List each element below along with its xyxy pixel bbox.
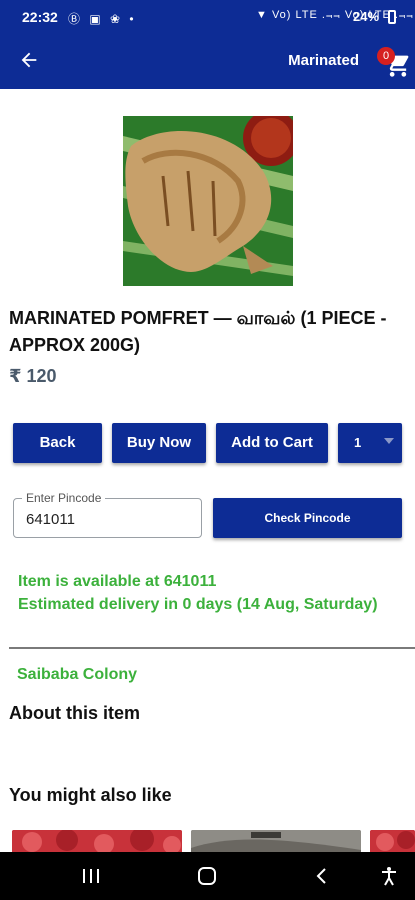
quantity-select[interactable]: 1 bbox=[338, 423, 402, 463]
availability-message: Item is available at 641011 Estimated de… bbox=[18, 570, 378, 616]
system-nav-bar bbox=[0, 852, 415, 900]
system-back-icon[interactable] bbox=[314, 867, 330, 885]
recommendations-heading: You might also like bbox=[9, 785, 172, 805]
status-time: 22:32 bbox=[22, 9, 58, 25]
battery-icon bbox=[388, 10, 396, 24]
back-button[interactable]: Back bbox=[13, 423, 102, 463]
pincode-input[interactable]: Enter Pincode 641011 bbox=[13, 491, 202, 538]
quantity-value: 1 bbox=[354, 435, 362, 450]
app-bar: Marinated 0 bbox=[0, 33, 415, 89]
cart-count-badge[interactable]: 0 bbox=[377, 47, 395, 65]
divider bbox=[9, 647, 415, 649]
recent-apps-icon[interactable] bbox=[82, 868, 100, 884]
buy-now-button[interactable]: Buy Now bbox=[112, 423, 206, 463]
delivery-estimate: Estimated delivery in 0 days (14 Aug, Sa… bbox=[18, 596, 378, 613]
accessibility-icon[interactable] bbox=[379, 866, 399, 886]
delivery-area: Saibaba Colony bbox=[17, 666, 138, 683]
about-section-heading: About this item bbox=[9, 703, 140, 723]
product-price: ₹ 120 bbox=[9, 366, 57, 386]
pincode-label: Enter Pincode bbox=[22, 491, 106, 505]
product-title: MARINATED POMFRET — வாவல் (1 PIECE - APP… bbox=[9, 308, 387, 355]
battery-level: 24% bbox=[353, 9, 380, 24]
notification-icons: Ⓑ ▣ ❀ • bbox=[68, 12, 137, 26]
chevron-down-icon bbox=[384, 438, 394, 444]
availability-line: Item is available at 641011 bbox=[18, 573, 217, 590]
back-arrow-icon[interactable] bbox=[18, 49, 40, 71]
fried-fish-image bbox=[123, 116, 293, 286]
check-pincode-button[interactable]: Check Pincode bbox=[213, 498, 402, 538]
add-to-cart-button[interactable]: Add to Cart bbox=[216, 423, 328, 463]
status-bar: 22:32 Ⓑ ▣ ❀ • ▼ Vo) LTE .⫬⫬ Vo) LTE .⫬⫬ … bbox=[0, 0, 415, 33]
product-image bbox=[123, 116, 293, 286]
pincode-value[interactable]: 641011 bbox=[26, 511, 75, 528]
page-title: Marinated bbox=[288, 52, 359, 69]
home-icon[interactable] bbox=[198, 867, 216, 885]
